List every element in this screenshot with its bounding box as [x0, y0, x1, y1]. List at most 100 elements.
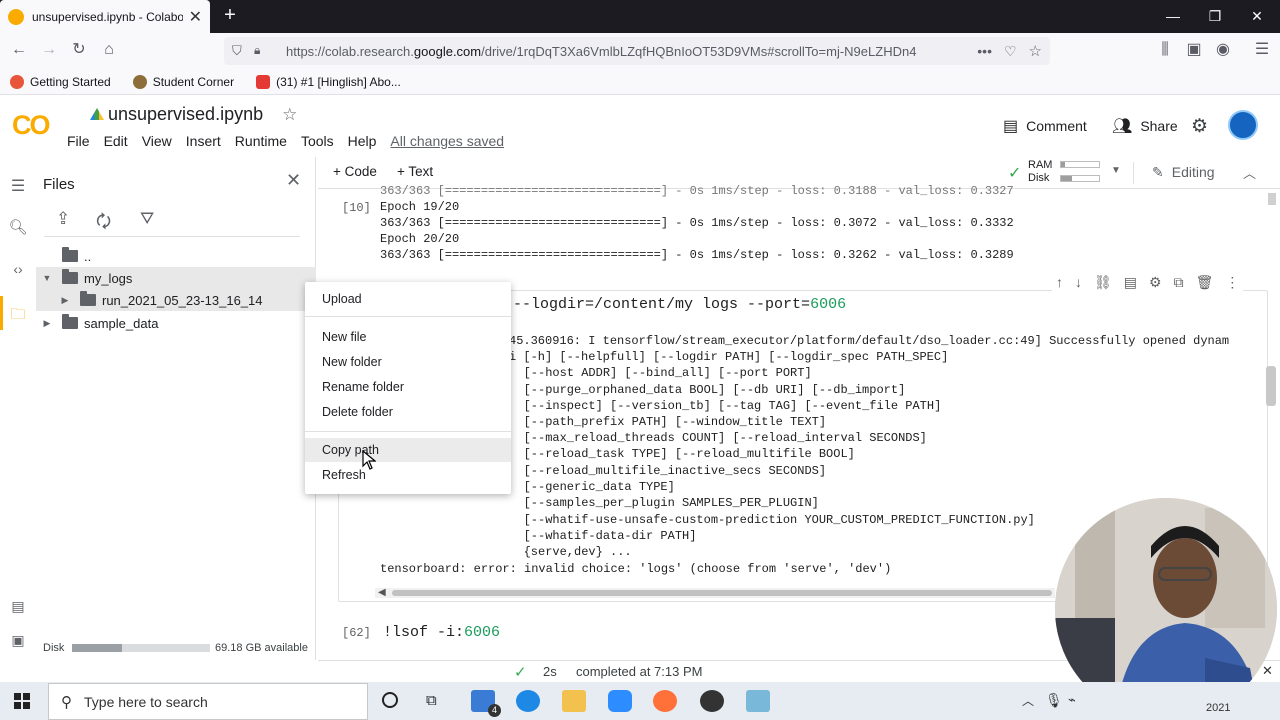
parent-dir-row[interactable]: .. — [36, 245, 316, 267]
cell-code-line[interactable]: !lsof -i:6006 — [383, 624, 500, 641]
obs-app-icon[interactable] — [700, 690, 724, 712]
tree-item-my-logs[interactable]: ▼ my_logs — [36, 267, 316, 289]
browser-tab[interactable]: unsupervised.ipynb - Colaborat ✕ — [0, 0, 210, 33]
command-palette-icon[interactable]: ▤ — [8, 598, 28, 618]
file-explorer-icon[interactable] — [562, 690, 586, 712]
link-icon[interactable]: ⛓ — [1094, 274, 1112, 291]
avatar[interactable] — [1228, 110, 1258, 140]
edge-browser-icon[interactable] — [516, 690, 540, 712]
output-line: [--inspect] [--version_tb] [--tag TAG] [… — [502, 399, 942, 413]
mirror-cell-icon[interactable]: ⧉ — [1174, 274, 1184, 291]
colab-favicon-icon — [8, 8, 24, 25]
menu-tools[interactable]: Tools — [301, 133, 334, 149]
mount-drive-icon[interactable]: ⛛ — [140, 209, 154, 229]
notepad-app-icon[interactable] — [746, 690, 770, 712]
editing-mode-button[interactable]: ✎ Editing — [1152, 164, 1215, 181]
menu-file[interactable]: File — [67, 133, 90, 149]
taskbar-search-box[interactable]: ⚲ Type here to search — [48, 683, 368, 720]
reload-icon[interactable]: ↻ — [66, 37, 92, 63]
menu-edit[interactable]: Edit — [104, 133, 128, 149]
search-icon[interactable]: 🔍︎ — [8, 218, 28, 238]
share-button[interactable]: 👥︎ Share — [1112, 116, 1178, 136]
star-icon[interactable]: ☆ — [282, 105, 297, 124]
bookmark-star-icon[interactable]: ☆ — [1029, 42, 1042, 60]
comment-button[interactable]: ▤ Comment — [1003, 116, 1087, 136]
vertical-scrollbar[interactable] — [1268, 193, 1276, 205]
refresh-folder-icon[interactable]: 🗘︎ — [96, 209, 111, 238]
resources-indicator[interactable]: RAM Disk — [1028, 159, 1052, 185]
cortana-icon[interactable] — [382, 692, 398, 708]
output-line: [--max_reload_threads COUNT] [--reload_i… — [502, 431, 927, 445]
folder-icon — [62, 269, 78, 284]
cell-code-command: !lsof -i: — [383, 624, 465, 641]
table-of-contents-icon[interactable]: ☰ — [8, 176, 28, 196]
tree-item-run[interactable]: ▶ run_2021_05_23-13_16_14 — [36, 289, 316, 311]
comment-cell-icon[interactable]: ▤ — [1124, 274, 1137, 291]
microphone-icon[interactable]: 🎙︎ — [1045, 692, 1063, 709]
menu-item-copy-path[interactable]: Copy path — [305, 438, 511, 462]
code-snippets-icon[interactable]: ‹› — [8, 261, 28, 281]
close-tab-icon[interactable]: ✕ — [189, 7, 202, 27]
save-status-link[interactable]: All changes saved — [390, 133, 504, 149]
firefox-taskbar-icon[interactable] — [653, 690, 677, 712]
terminal-icon[interactable]: ▣ — [8, 632, 28, 652]
sidebar-toggle-icon[interactable]: ▣ — [1181, 37, 1207, 63]
app-menu-icon[interactable]: ☰ — [1249, 37, 1275, 63]
new-tab-button[interactable]: + — [218, 4, 242, 28]
execution-completed-time[interactable]: completed at 7:13 PM — [576, 664, 702, 679]
scrollbar-thumb[interactable] — [392, 590, 1052, 596]
home-icon[interactable]: ⌂ — [96, 37, 122, 63]
cell-settings-icon[interactable]: ⚙ — [1149, 274, 1162, 291]
menu-runtime[interactable]: Runtime — [235, 133, 287, 149]
bookmark-youtube[interactable]: (31) #1 [Hinglish] Abo... — [256, 74, 401, 89]
vertical-scrollbar-thumb[interactable] — [1266, 366, 1276, 406]
menu-view[interactable]: View — [142, 133, 172, 149]
network-icon[interactable]: ⌁ — [1068, 692, 1076, 708]
url-prefix: https://colab.research. — [286, 43, 414, 59]
task-view-icon[interactable]: ⧉ — [426, 692, 437, 709]
resources-dropdown-icon[interactable]: ▼ — [1111, 165, 1121, 176]
restore-icon[interactable]: ❐ — [1194, 0, 1236, 33]
delete-cell-icon[interactable]: 🗑︎ — [1196, 274, 1214, 291]
menu-help[interactable]: Help — [348, 133, 377, 149]
bookmark-label: Student Corner — [152, 74, 235, 89]
settings-gear-icon[interactable]: ⚙ — [1191, 115, 1208, 138]
more-options-icon[interactable]: ⋮ — [1225, 274, 1239, 291]
collapse-header-icon[interactable]: ︿ — [1243, 163, 1256, 182]
windows-start-icon[interactable] — [14, 693, 30, 709]
clock-date[interactable]: 2021 — [1206, 702, 1230, 714]
zoom-app-icon[interactable] — [608, 690, 632, 712]
dismiss-status-icon[interactable]: ✕ — [1262, 663, 1273, 679]
output-line: Epoch 20/20 — [380, 232, 460, 246]
menu-item-new-folder[interactable]: New folder — [305, 350, 511, 374]
menu-item-rename-folder[interactable]: Rename folder — [305, 375, 511, 399]
upload-file-icon[interactable]: ⇪ — [56, 209, 70, 229]
library-icon[interactable]: ⫼ — [1152, 37, 1178, 63]
minimize-icon[interactable]: — — [1152, 0, 1194, 33]
move-down-icon[interactable]: ↓ — [1075, 274, 1082, 291]
forward-icon[interactable]: → — [36, 37, 62, 63]
move-up-icon[interactable]: ↑ — [1056, 274, 1063, 291]
close-panel-icon[interactable]: ✕ — [286, 170, 301, 191]
menu-item-new-file[interactable]: New file — [305, 325, 511, 349]
menu-item-refresh[interactable]: Refresh — [305, 463, 511, 487]
bookmark-getting-started[interactable]: Getting Started — [10, 74, 111, 89]
tray-overflow-icon[interactable]: ︿ — [1022, 692, 1034, 709]
add-code-button[interactable]: + Code — [333, 164, 377, 179]
colab-logo[interactable]: CO — [12, 110, 50, 141]
page-actions-icon[interactable]: ••• — [977, 43, 992, 59]
account-icon[interactable]: ◉ — [1210, 37, 1236, 63]
add-text-button[interactable]: + Text — [397, 164, 433, 179]
menu-insert[interactable]: Insert — [186, 133, 221, 149]
notebook-title[interactable]: unsupervised.ipynb ☆ — [90, 104, 297, 125]
pocket-icon[interactable]: ♡ — [1004, 43, 1017, 60]
back-icon[interactable]: ← — [6, 37, 32, 63]
bookmark-student-corner[interactable]: Student Corner — [132, 74, 235, 89]
menu-item-upload[interactable]: Upload — [305, 287, 511, 311]
files-folder-icon[interactable]: 🗀︎ — [8, 304, 28, 324]
tree-item-sample-data[interactable]: ▶ sample_data — [36, 312, 316, 334]
window-close-icon[interactable]: ✕ — [1236, 0, 1278, 33]
scroll-left-icon[interactable]: ◀ — [378, 587, 386, 598]
address-bar[interactable]: ⛉ 🔒︎ https://colab.research.google.com/d… — [224, 37, 1050, 65]
menu-item-delete-folder[interactable]: Delete folder — [305, 400, 511, 424]
